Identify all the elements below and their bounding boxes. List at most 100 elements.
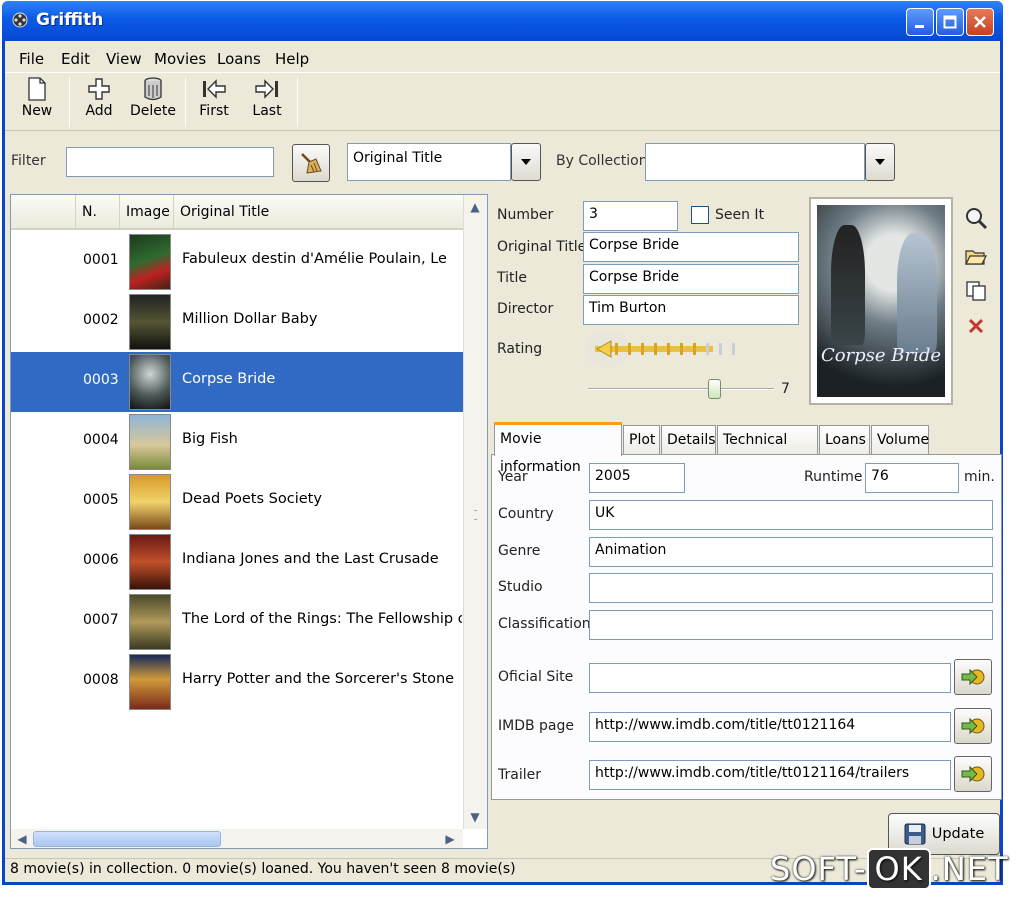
first-label: First	[199, 103, 229, 119]
list-item[interactable]: 0001 Fabuleux destin d'Amélie Poulain, L…	[11, 232, 463, 292]
filter-input[interactable]	[66, 147, 274, 177]
imdb-page-field[interactable]: http://www.imdb.com/title/tt0121164	[589, 712, 951, 742]
add-label: Add	[85, 103, 113, 119]
director-field[interactable]: Tim Burton	[583, 295, 799, 325]
runtime-label: Runtime	[804, 469, 863, 485]
menu-edit[interactable]: Edit	[61, 50, 90, 68]
filter-field-dropdown-button[interactable]	[511, 143, 541, 181]
close-button[interactable]	[966, 8, 994, 36]
menu-file[interactable]: File	[19, 50, 44, 68]
seen-it-checkbox[interactable]	[691, 206, 709, 224]
list-item[interactable]: 0004 Big Fish	[11, 412, 463, 472]
header-original-title[interactable]: Original Title	[174, 195, 463, 230]
tab-details[interactable]: Details	[661, 425, 716, 455]
new-label: New	[21, 103, 53, 119]
open-official-site-button[interactable]	[954, 659, 992, 695]
studio-field[interactable]	[589, 573, 993, 603]
horizontal-scroll-thumb[interactable]	[33, 831, 221, 847]
scroll-right-icon[interactable]: ▶	[439, 829, 461, 848]
scroll-up-icon[interactable]: ▲	[464, 197, 486, 217]
movie-title: Fabuleux destin d'Amélie Poulain, Le	[182, 251, 447, 267]
go-arrow-icon	[961, 717, 985, 735]
rating-tick	[719, 343, 722, 355]
poster-figure	[897, 233, 937, 353]
country-label: Country	[498, 506, 554, 522]
collection-dropdown-button[interactable]	[865, 143, 895, 181]
original-title-field[interactable]: Corpse Bride	[583, 232, 799, 262]
list-item[interactable]: 0008 Harry Potter and the Sorcerer's Sto…	[11, 652, 463, 712]
update-label: Update	[931, 826, 985, 842]
title-bar[interactable]: Griffith	[2, 1, 1003, 41]
movie-number: 0001	[83, 252, 119, 268]
by-collection-label: By Collection	[556, 153, 648, 169]
trailer-field[interactable]: http://www.imdb.com/title/tt0121164/trai…	[589, 760, 951, 790]
tab-plot[interactable]: Plot	[623, 425, 660, 455]
tab-volume[interactable]: Volume	[871, 425, 929, 455]
number-field[interactable]: 3	[583, 201, 678, 231]
tab-loans[interactable]: Loans	[819, 425, 870, 455]
open-imdb-button[interactable]	[954, 708, 992, 744]
clear-filter-button[interactable]	[292, 144, 330, 182]
movie-title: The Lord of the Rings: The Fellowship of…	[182, 611, 462, 627]
movie-number: 0005	[83, 492, 119, 508]
watermark-left: SOFT-	[770, 850, 867, 888]
official-site-field[interactable]	[589, 663, 951, 693]
open-trailer-button[interactable]	[954, 756, 992, 792]
list-vertical-scrollbar[interactable]: ▲ ▼	[463, 195, 487, 829]
movie-number: 0002	[83, 312, 119, 328]
menu-movies[interactable]: Movies	[154, 50, 206, 68]
classification-field[interactable]	[589, 610, 993, 640]
rating-tick	[615, 343, 618, 355]
menu-view[interactable]: View	[106, 50, 142, 68]
header-number[interactable]: N.	[76, 195, 120, 230]
copy-icon	[966, 281, 986, 301]
filter-field-select[interactable]: Original Title	[347, 143, 511, 181]
collection-select[interactable]	[645, 143, 865, 181]
list-item[interactable]: 0002 Million Dollar Baby	[11, 292, 463, 352]
list-item[interactable]: 0007 The Lord of the Rings: The Fellowsh…	[11, 592, 463, 652]
remove-poster-button[interactable]	[963, 313, 989, 339]
copy-poster-button[interactable]	[963, 278, 989, 304]
scroll-left-icon[interactable]: ◀	[11, 829, 33, 848]
movie-thumbnail	[129, 534, 171, 590]
zoom-poster-button[interactable]	[963, 205, 989, 231]
minimize-button[interactable]	[906, 8, 934, 36]
add-button[interactable]: Add	[77, 77, 121, 127]
poster-frame[interactable]: Corpse Bride	[809, 197, 953, 405]
menu-loans[interactable]: Loans	[217, 50, 261, 68]
title-field[interactable]: Corpse Bride	[583, 264, 799, 294]
watermark-right: .NET	[930, 850, 1009, 888]
runtime-field[interactable]: 76	[865, 463, 959, 493]
rating-slider-thumb[interactable]	[708, 379, 721, 399]
movie-title: Corpse Bride	[182, 371, 276, 387]
rating-slider[interactable]	[588, 379, 774, 399]
country-field[interactable]: UK	[589, 500, 993, 530]
header-image[interactable]: Image	[120, 195, 174, 230]
number-label: Number	[497, 207, 554, 223]
rating-tick	[641, 343, 644, 355]
menu-help[interactable]: Help	[275, 50, 309, 68]
movie-title: Indiana Jones and the Last Crusade	[182, 551, 439, 567]
list-item[interactable]: 0005 Dead Poets Society	[11, 472, 463, 532]
folder-open-icon	[965, 250, 987, 265]
last-button[interactable]: Last	[245, 77, 289, 127]
year-field[interactable]: 2005	[589, 463, 685, 493]
rating-value: 7	[781, 381, 790, 397]
list-horizontal-scrollbar[interactable]: ◀ ▶	[11, 829, 463, 848]
new-button[interactable]: New	[15, 77, 59, 127]
list-item[interactable]: 0006 Indiana Jones and the Last Crusade	[11, 532, 463, 592]
magnifier-icon	[966, 208, 988, 230]
scroll-down-icon[interactable]: ▼	[464, 807, 486, 827]
tab-technical-info[interactable]: Technical info	[717, 425, 818, 476]
genre-field[interactable]: Animation	[589, 537, 993, 567]
delete-button[interactable]: Delete	[127, 77, 179, 127]
tab-movie-information[interactable]: Movie information	[494, 422, 622, 475]
open-poster-button[interactable]	[963, 244, 989, 270]
first-button[interactable]: First	[192, 77, 236, 127]
movie-list[interactable]: N. Image Original Title 0001 Fabuleux de…	[10, 194, 488, 849]
rating-tick	[693, 343, 696, 355]
studio-label: Studio	[498, 579, 543, 595]
trash-can-icon	[144, 77, 162, 101]
maximize-button[interactable]	[936, 8, 964, 36]
list-item[interactable]: 0003 Corpse Bride	[11, 352, 463, 412]
